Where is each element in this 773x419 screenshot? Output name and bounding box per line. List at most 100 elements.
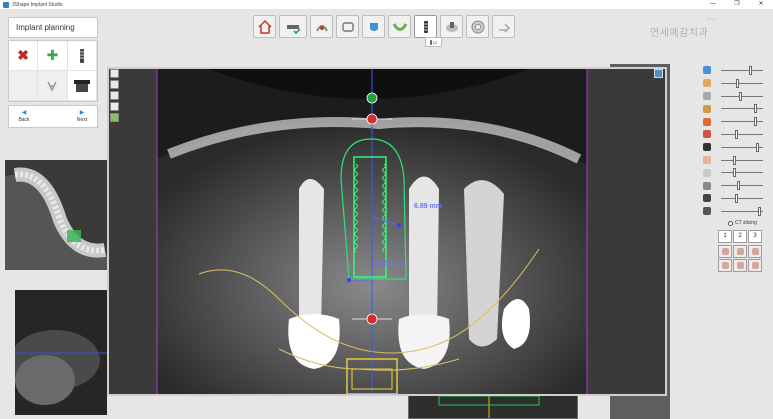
layer-icon: [703, 66, 711, 75]
slider-knob[interactable]: [738, 91, 742, 101]
pan-tool-icon[interactable]: [110, 69, 119, 78]
tooth-model-button[interactable]: [388, 15, 411, 38]
slider-knob[interactable]: [734, 129, 738, 139]
3d-jaw-viewport[interactable]: [5, 160, 108, 270]
close-button[interactable]: ✕: [749, 0, 773, 9]
view-back-button[interactable]: [748, 259, 762, 272]
visibility-slider-row: [703, 128, 765, 141]
implant-site-tab[interactable]: 12: [425, 37, 442, 47]
abutment-button[interactable]: [38, 71, 68, 101]
view-top-icon: [721, 262, 729, 269]
arrow-left-icon: ◀: [21, 110, 27, 116]
main-ct-viewport[interactable]: 6.89 mm 2.55 mm: [107, 67, 667, 396]
view-left-icon: [736, 248, 744, 255]
layer-icon: [703, 181, 711, 190]
visibility-slider-row: [703, 166, 765, 179]
view-front-icon: [721, 248, 729, 255]
slider-track[interactable]: [721, 172, 763, 174]
color-tool-icon[interactable]: [110, 113, 119, 122]
delete-implant-button[interactable]: ✖: [9, 41, 39, 71]
slider-knob[interactable]: [754, 117, 758, 127]
crown-icon: [369, 22, 378, 31]
next-button[interactable]: ▶ Next: [67, 106, 97, 127]
slider-track[interactable]: [721, 159, 763, 161]
window-title: 3Shape Implant Studio: [12, 1, 63, 8]
ruler-tool-icon[interactable]: [110, 80, 119, 89]
implant-actions-grid: ✖ ✚: [8, 40, 98, 102]
maximize-button[interactable]: ❐: [725, 0, 749, 9]
guide-icon: [445, 21, 458, 32]
slider-knob[interactable]: [732, 168, 736, 178]
ct-slicing-option[interactable]: CT slicing: [728, 220, 757, 226]
crown-button[interactable]: [362, 15, 385, 38]
slider-track[interactable]: [721, 133, 763, 135]
segmentation-button[interactable]: [336, 15, 359, 38]
view-front-button[interactable]: [718, 245, 732, 258]
cross-section-viewport[interactable]: [15, 290, 107, 415]
layout-2-button[interactable]: 2: [733, 230, 747, 243]
delete-icon: ✖: [17, 47, 30, 63]
minimize-button[interactable]: —: [701, 0, 725, 9]
view-top-button[interactable]: [718, 259, 732, 272]
slider-track[interactable]: [721, 70, 763, 71]
ct-slice-render: [109, 69, 665, 394]
layer-icon: [703, 117, 711, 126]
lower-viewport[interactable]: [408, 395, 578, 419]
workflow-toolbar: [253, 15, 515, 39]
layers-tool-icon[interactable]: [110, 102, 119, 111]
implant-site-label: 12: [432, 39, 438, 45]
slider-knob[interactable]: [736, 181, 740, 191]
sleeve-button[interactable]: [466, 15, 489, 38]
add-implant-button[interactable]: ✚: [38, 41, 68, 71]
nerve-button[interactable]: [310, 15, 333, 38]
slider-knob[interactable]: [754, 104, 758, 114]
view-right-icon: [751, 248, 759, 255]
view-right-button[interactable]: [748, 245, 762, 258]
slider-track[interactable]: [721, 210, 763, 212]
slider-knob[interactable]: [734, 193, 738, 203]
implant-mini-icon: [429, 39, 432, 45]
segmentation-icon: [341, 21, 354, 32]
app-icon: [3, 1, 9, 8]
cross-section-render: [15, 290, 107, 415]
maximize-view-icon[interactable]: [654, 69, 663, 78]
view-bottom-icon: [736, 262, 744, 269]
implant-button[interactable]: [414, 15, 437, 38]
logo-subtext: (seo): [706, 16, 716, 21]
visibility-slider-row: [703, 205, 765, 218]
nerve-icon: [315, 24, 328, 31]
slider-knob[interactable]: [756, 142, 760, 152]
home-button[interactable]: [253, 15, 276, 38]
layer-icon: [703, 79, 711, 88]
slider-knob[interactable]: [749, 66, 753, 75]
lower-render: [409, 396, 577, 418]
layout-1-button[interactable]: 1: [718, 230, 732, 243]
slider-track[interactable]: [721, 197, 763, 199]
layer-icon: [703, 91, 711, 100]
ct-slicing-radio[interactable]: [728, 220, 733, 226]
view-left-button[interactable]: [733, 245, 747, 258]
guide-button[interactable]: [440, 15, 463, 38]
slider-track[interactable]: [721, 185, 763, 187]
slider-knob[interactable]: [735, 78, 739, 88]
window-controls: — ❐ ✕: [701, 0, 773, 9]
slider-knob[interactable]: [758, 206, 762, 216]
sleeve-button[interactable]: [67, 71, 97, 101]
slider-knob[interactable]: [732, 155, 736, 165]
back-label: Back: [18, 117, 30, 123]
panoramic-curve-button[interactable]: [279, 15, 307, 38]
slider-track[interactable]: [721, 95, 763, 97]
navigation-bar: ◀ Back ▶ Next: [8, 105, 98, 128]
sleeve-icon: [73, 79, 90, 92]
view-bottom-button[interactable]: [733, 259, 747, 272]
layout-number-buttons: 1 2 3: [718, 230, 762, 243]
visibility-sliders: [703, 64, 765, 218]
implant-tool-icon[interactable]: [110, 91, 119, 100]
back-button[interactable]: ◀ Back: [9, 106, 39, 127]
slider-track[interactable]: [721, 82, 763, 84]
window-titlebar: 3Shape Implant Studio — ❐ ✕: [0, 0, 773, 9]
visibility-slider-row: [703, 77, 765, 90]
implant-select-button[interactable]: [67, 41, 97, 71]
layout-3-button[interactable]: 3: [748, 230, 762, 243]
export-button[interactable]: [492, 15, 515, 38]
